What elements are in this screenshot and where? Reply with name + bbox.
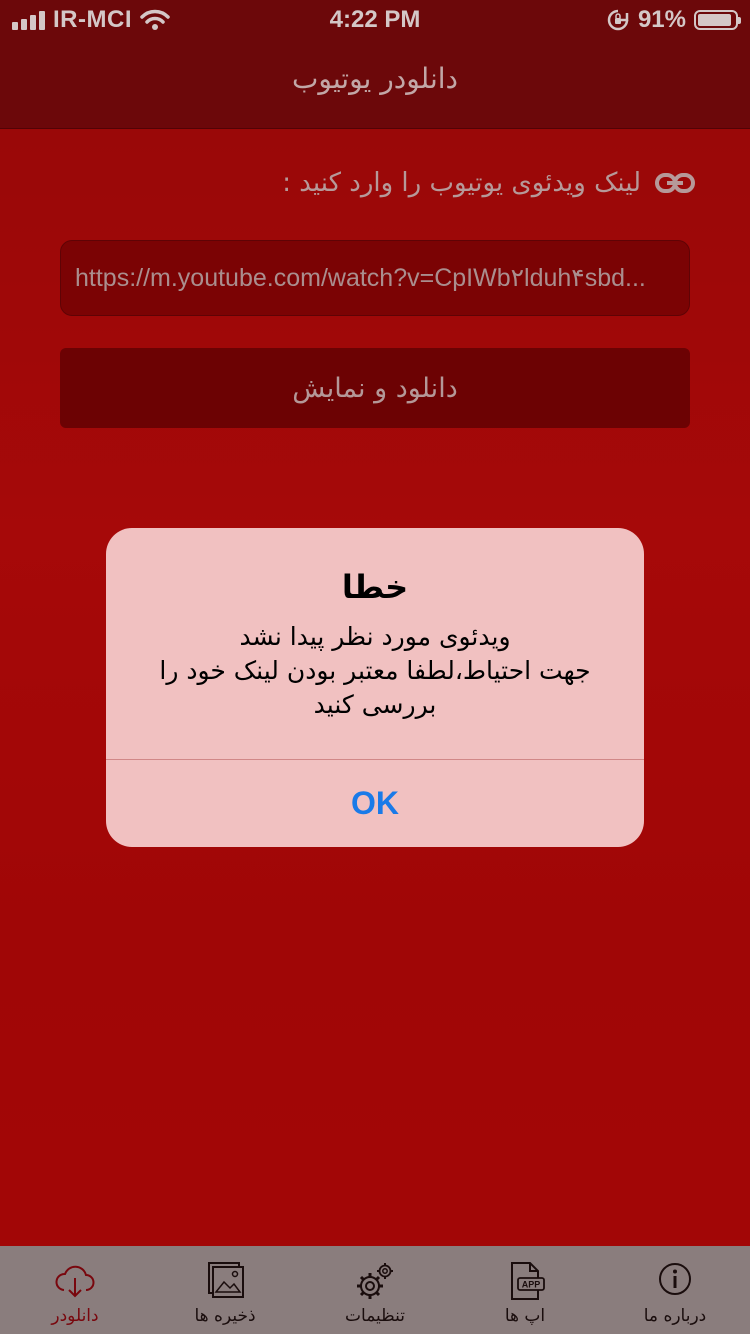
ok-button[interactable]: OK (106, 760, 644, 847)
alert-message-line: جهت احتیاط،لطفا معتبر بودن لینک خود را (159, 656, 591, 685)
error-alert: خطا ویدئوی مورد نظر پیدا نشد جهت احتیاط،… (106, 528, 644, 847)
alert-message-line: ویدئوی مورد نظر پیدا نشد (239, 622, 511, 651)
alert-title: خطا (341, 568, 409, 606)
alert-message: ویدئوی مورد نظر پیدا نشد جهت احتیاط،لطفا… (136, 620, 614, 722)
alert-message-line: بررسی کنید (313, 690, 437, 719)
